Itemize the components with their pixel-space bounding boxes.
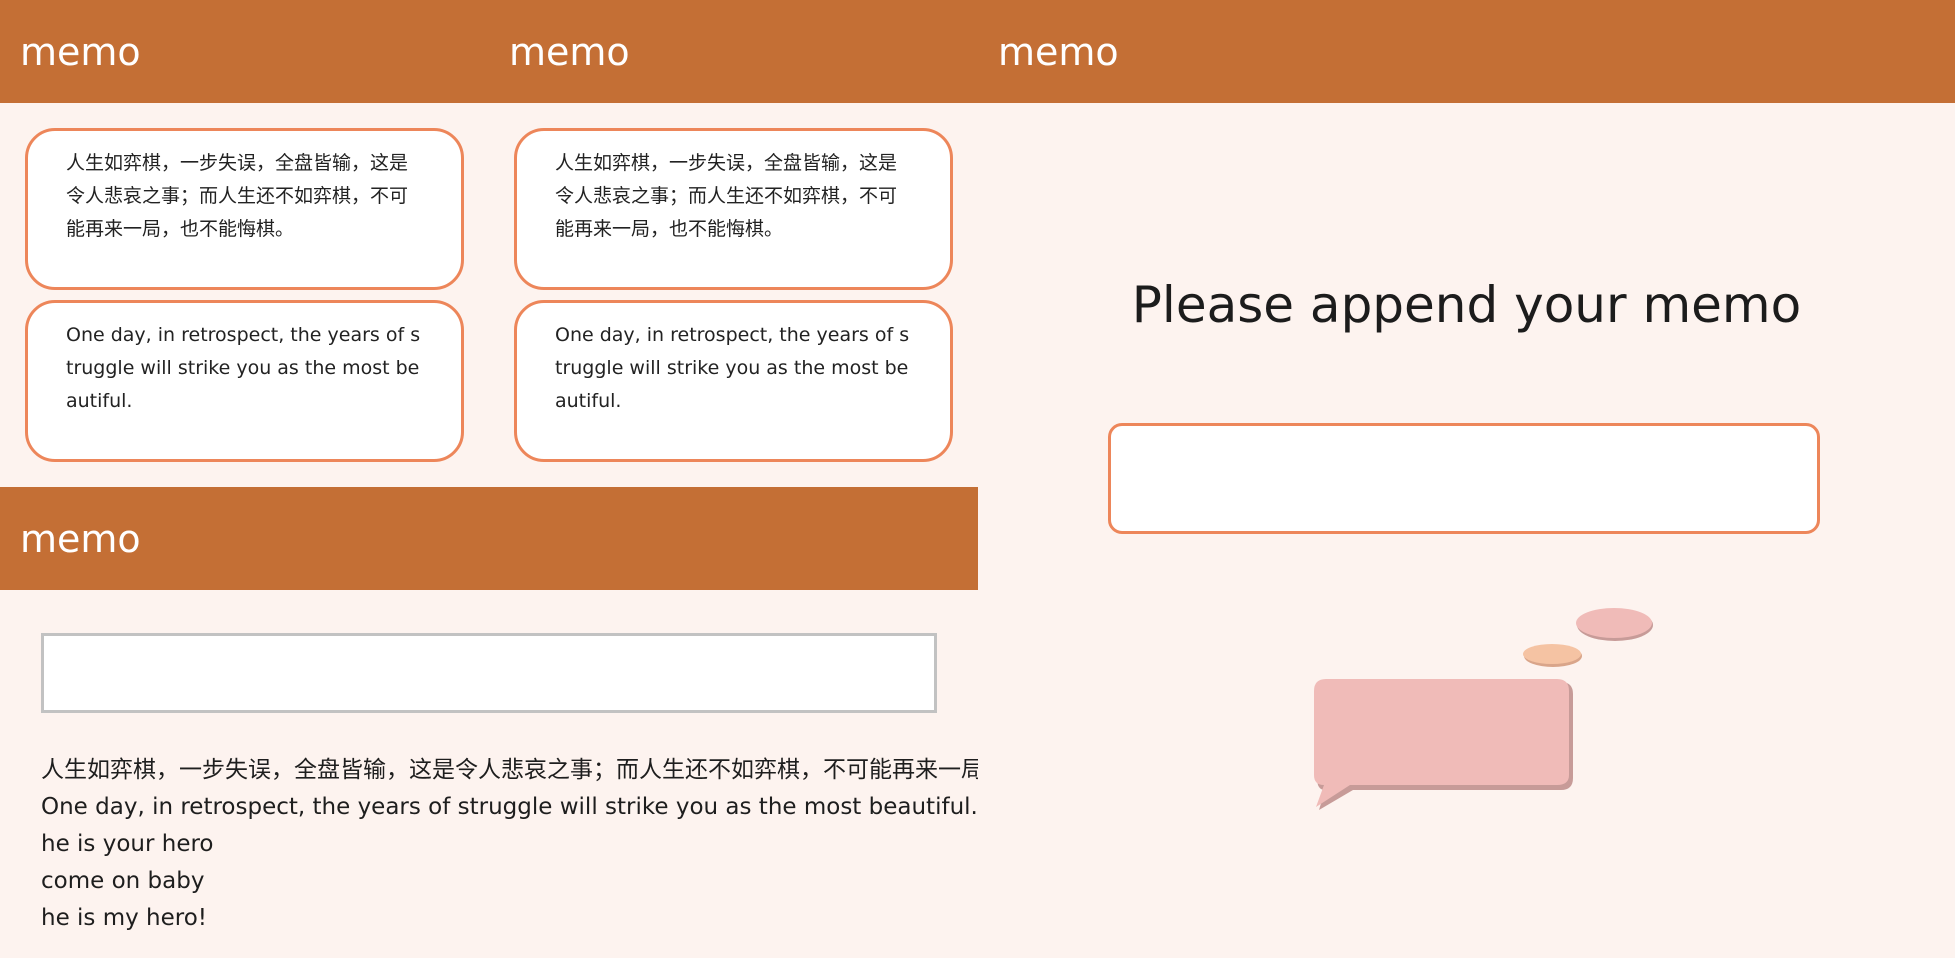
memo-panel-append: memo Please append your memo — [978, 0, 1955, 958]
memo-card-text: One day, in retrospect, the years of str… — [66, 324, 421, 412]
thought-dot-large — [1576, 608, 1652, 638]
memo-card[interactable]: One day, in retrospect, the years of str… — [25, 300, 464, 462]
memo-panel-cards-left: memo 人生如弈棋，一步失误，全盘皆输，这是令人悲哀之事；而人生还不如弈棋，不… — [0, 0, 489, 487]
header-title: memo — [20, 30, 141, 74]
list-item: he is my hero! — [41, 905, 208, 931]
list-item: come on baby — [41, 868, 205, 894]
header-title: memo — [20, 517, 141, 561]
thought-dot-small — [1523, 644, 1581, 664]
memo-panel-cards-middle: memo 人生如弈棋，一步失误，全盘皆输，这是令人悲哀之事；而人生还不如弈棋，不… — [489, 0, 978, 487]
memo-input[interactable] — [41, 633, 937, 713]
memo-card-text: 人生如弈棋，一步失误，全盘皆输，这是令人悲哀之事；而人生还不如弈棋，不可能再来一… — [555, 152, 898, 240]
memo-panel-list: memo 人生如弈棋，一步失误，全盘皆输，这是令人悲哀之事；而人生还不如弈棋，不… — [0, 487, 978, 958]
memo-list: 人生如弈棋，一步失误，全盘皆输，这是令人悲哀之事；而人生还不如弈棋，不可能再来一… — [41, 752, 978, 937]
list-item: he is your hero — [41, 831, 214, 857]
append-memo-input[interactable] — [1108, 423, 1820, 534]
header-title: memo — [509, 30, 630, 74]
memo-card[interactable]: One day, in retrospect, the years of str… — [514, 300, 953, 462]
app-header: memo — [0, 0, 489, 103]
app-header: memo — [489, 0, 978, 103]
app-header: memo — [978, 0, 1955, 103]
memo-card[interactable]: 人生如弈棋，一步失误，全盘皆输，这是令人悲哀之事；而人生还不如弈棋，不可能再来一… — [514, 128, 953, 290]
memo-card-text: 人生如弈棋，一步失误，全盘皆输，这是令人悲哀之事；而人生还不如弈棋，不可能再来一… — [66, 152, 409, 240]
list-item: One day, in retrospect, the years of str… — [41, 794, 978, 820]
header-title: memo — [998, 30, 1119, 74]
append-heading: Please append your memo — [1131, 276, 1802, 334]
memo-card[interactable]: 人生如弈棋，一步失误，全盘皆输，这是令人悲哀之事；而人生还不如弈棋，不可能再来一… — [25, 128, 464, 290]
app-header: memo — [0, 487, 978, 590]
memo-card-text: One day, in retrospect, the years of str… — [555, 324, 910, 412]
list-item: 人生如弈棋，一步失误，全盘皆输，这是令人悲哀之事；而人生还不如弈棋，不可能再来一… — [41, 757, 978, 783]
speech-bubble-icon — [1314, 608, 1653, 810]
